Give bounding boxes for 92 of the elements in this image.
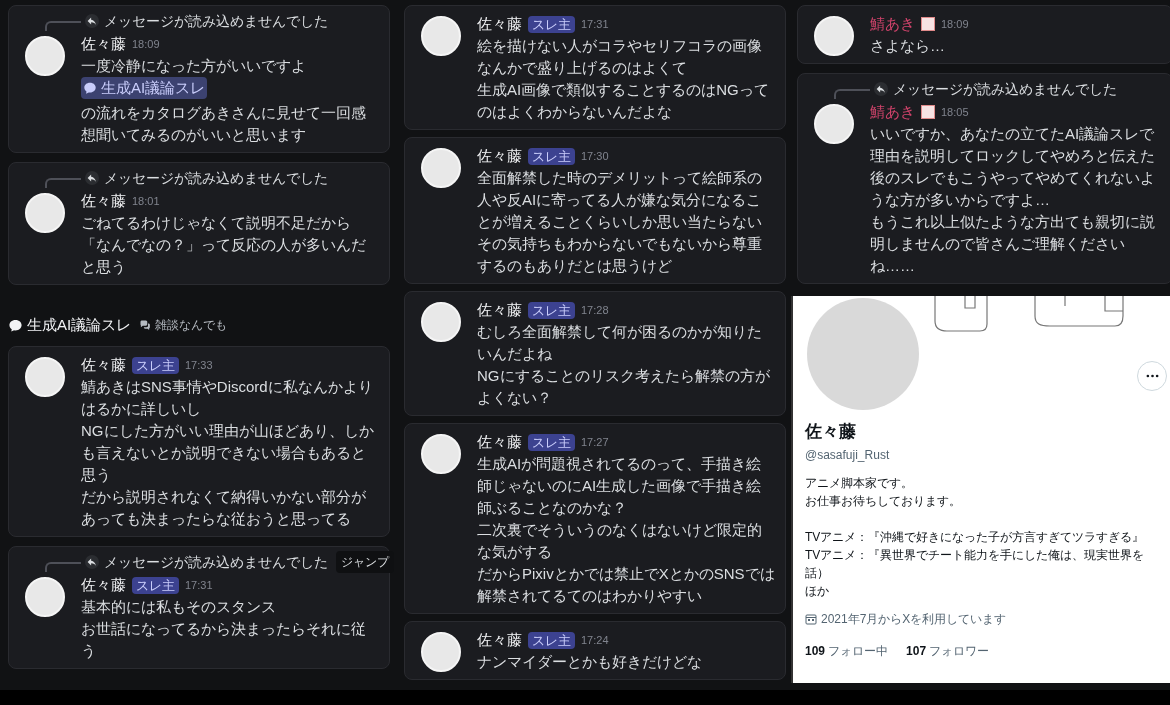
profile-handle: @sasafuji_Rust	[805, 447, 891, 464]
reply-connector	[834, 89, 870, 99]
chat-bubble-icon	[8, 317, 23, 333]
bio-text: ほか	[805, 583, 830, 600]
avatar	[25, 36, 65, 76]
message-text: だからPixivとかでは禁止でXとかのSNSでは解禁されてるてのはわかりやすい	[477, 564, 775, 606]
timestamp: 17:27	[581, 434, 609, 450]
reply-connector	[45, 562, 81, 572]
reply-icon	[85, 14, 99, 28]
message-text: もうこれ以上似たような方出ても親切に説明しませんので皆さんご理解くださいね……	[870, 212, 1156, 276]
author-name: 佐々藤	[477, 629, 522, 650]
message-text: NGにすることのリスク考えたら解禁の方がよくない？	[477, 366, 771, 408]
reply-connector	[45, 178, 81, 188]
message-text: その気持ちもわからないでもないから尊重するのもありだとは思うけど	[477, 234, 763, 276]
author-name: 鯖あき	[870, 101, 915, 122]
message-text: 絵を描けない人がコラやセリフコラの画像なんかで盛り上げるのはよくて	[477, 36, 763, 78]
message-text: いいですか、あなたの立てたAI議論スレで理由を説明してロックしてやめろと伝えた後のスレでもこうやってやめてくれないような方が多いからですよ…	[870, 124, 1156, 210]
role-tag: スレ主	[132, 576, 179, 594]
join-date: 2021年7月からXを利用しています	[821, 611, 1007, 628]
message-text: NGにした方がいい理由が山ほどあり、しかも言えないとか説明できない場合もあると思う	[81, 421, 375, 485]
timestamp: 18:09	[941, 16, 969, 32]
avatar	[25, 357, 65, 397]
more-icon	[1145, 374, 1159, 378]
timestamp: 17:24	[581, 632, 609, 648]
role-tag: スレ主	[528, 433, 575, 451]
reply-connector	[45, 21, 81, 31]
reply-icon	[85, 555, 99, 569]
following-link[interactable]: 109 フォロー中	[805, 642, 889, 660]
bio-text: お仕事お待ちしております。	[805, 493, 962, 510]
author-name: 佐々藤	[81, 190, 126, 211]
timestamp: 18:05	[941, 104, 969, 120]
message-text: 基本的には私もそのスタンス	[81, 597, 277, 617]
author-name: 佐々藤	[477, 13, 522, 34]
message-text: だから説明されなくて納得いかない部分があっても決まったらな従おうと思ってる	[81, 487, 367, 529]
avatar	[25, 577, 65, 617]
channel-mention[interactable]: 生成AI議論スレ	[81, 77, 208, 99]
profile-name: 佐々藤	[805, 421, 857, 443]
calendar-icon	[805, 613, 817, 625]
message-text: 全面解禁した時のデメリットって絵師系の人や反AIに寄ってる人が嫌な気分になることが増えることくらいしか思い当たらない	[477, 168, 763, 232]
timestamp: 17:31	[185, 577, 213, 593]
timestamp: 18:09	[132, 36, 160, 52]
chat-bubble-icon	[83, 81, 97, 95]
message-text: の流れをカタログあきさんに見せて一回感想聞いてみるのがいいと思います	[81, 103, 367, 145]
author-name: 佐々藤	[81, 354, 126, 375]
thread-title: 生成AI議論スレ	[27, 314, 132, 335]
role-tag: スレ主	[132, 356, 179, 374]
timestamp: 18:01	[132, 193, 160, 209]
message-text: 生成AIが問題視されてるのって、手描き絵師じゃないのにAI生成した画像で手描き絵師ぶることなのかな？	[477, 454, 763, 518]
forum-icon	[139, 319, 152, 331]
reply-preview-text: メッセージが読み込めませんでした	[104, 11, 328, 31]
reply-preview-text: メッセージが読み込めませんでした	[893, 79, 1117, 99]
message-text: ナンマイダーとかも好きだけどな	[477, 652, 703, 672]
avatar	[814, 104, 854, 144]
avatar	[814, 16, 854, 56]
role-tag: スレ主	[528, 301, 575, 319]
avatar	[421, 16, 461, 56]
timestamp: 17:33	[185, 357, 213, 373]
message-text: 一度冷静になった方がいいですよ	[81, 56, 307, 76]
avatar	[421, 302, 461, 342]
message-text: 生成AI画像で類似することするのはNGってのはよくわからないんだよな	[477, 80, 770, 122]
author-name: 鯖あき	[870, 13, 915, 34]
timestamp: 17:31	[581, 16, 609, 32]
role-tag: スレ主	[528, 15, 575, 33]
bio-text: TVアニメ：『沖縄で好きになった子が方言すぎてツラすぎる』	[805, 529, 1146, 546]
role-tag: スレ主	[528, 631, 575, 649]
author-name: 佐々藤	[81, 33, 126, 54]
reply-preview-text: メッセージが読み込めませんでした	[104, 168, 328, 188]
parent-channel: 雑談なんでも	[155, 317, 228, 334]
timestamp: 17:30	[581, 148, 609, 164]
author-name: 佐々藤	[477, 299, 522, 320]
reply-icon	[85, 171, 99, 185]
followers-link[interactable]: 107 フォロワー	[906, 642, 990, 660]
avatar	[25, 193, 65, 233]
message-text: むしろ全面解禁して何が困るのかが知りたいんだよね	[477, 322, 763, 364]
timestamp: 17:28	[581, 302, 609, 318]
author-name: 佐々藤	[81, 574, 126, 595]
reply-icon	[874, 82, 888, 96]
avatar	[421, 434, 461, 474]
role-tag: スレ主	[528, 147, 575, 165]
reply-preview-text: メッセージが読み込めませんでした	[104, 552, 328, 572]
message-text: お世話になってるから決まったらそれに従う	[81, 619, 367, 661]
avatar	[421, 632, 461, 672]
bio-text: 話）	[805, 565, 830, 582]
bio-text: アニメ脚本家です。	[805, 475, 914, 492]
author-name: 佐々藤	[477, 145, 522, 166]
avatar	[421, 148, 461, 188]
bio-text: TVアニメ：『異世界でチート能力を手にした俺は、現実世界を	[805, 547, 1146, 564]
author-name: 佐々藤	[477, 431, 522, 452]
message-text: ごねてるわけじゃなくて説明不足だから「なんでなの？」って反応の人が多いんだと思う	[81, 213, 367, 277]
message-text: 二次裏でそういうのなくはないけど限定的な気がする	[477, 520, 763, 562]
message-text: さよなら…	[870, 36, 946, 56]
message-text: 鯖あきはSNS事情やDiscordに私なんかよりはるかに詳しいし	[81, 377, 374, 419]
